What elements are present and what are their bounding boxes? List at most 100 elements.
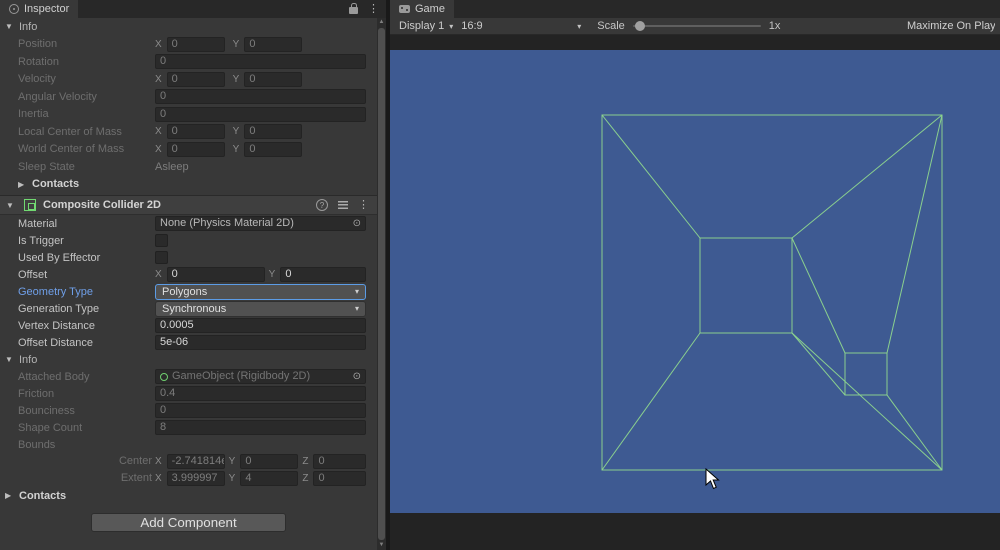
inertia-label: Inertia (18, 108, 49, 121)
geometry-type-value: Polygons (162, 285, 208, 298)
add-component-row: Add Component (0, 513, 377, 532)
local-com-x-field: 0 (166, 124, 225, 140)
wire-polygon (601, 114, 943, 471)
bounds-extent-label: Extent (120, 472, 152, 484)
angular-velocity-field: 0 (155, 89, 366, 105)
field-group: X 3.999997 Y 4 Z 0 (155, 471, 366, 487)
used-by-effector-label: Used By Effector (18, 251, 101, 264)
game-toolbar: Display 1 ▾ 16:9 ▾ Scale 1x Maximize On … (390, 18, 1000, 35)
bounds-label: Bounds (18, 438, 56, 451)
scroll-up-icon[interactable]: ▲ (379, 18, 385, 27)
object-picker-icon[interactable]: ⊙ (353, 218, 361, 229)
foldout-closed-icon: ▶ (18, 179, 25, 189)
foldout-collider-info[interactable]: ▼ Info (0, 351, 377, 368)
axis-y-label: Y (228, 456, 236, 467)
wire-line (601, 114, 701, 239)
used-by-effector-checkbox[interactable] (155, 251, 168, 264)
material-label: Material (18, 217, 58, 230)
attached-body-label: Attached Body (18, 370, 90, 383)
component-title: Composite Collider 2D (43, 199, 161, 211)
inspector-body: ▼ Info Position X 0 Y 0 Rotation 0 Veloc… (0, 18, 377, 550)
sleep-state-value: Asleep (155, 160, 189, 173)
rotation-field: 0 (155, 54, 366, 70)
axis-y-label: Y (228, 473, 236, 484)
angular-velocity-label: Angular Velocity (18, 90, 97, 103)
tab-inspector[interactable]: Inspector (0, 0, 79, 18)
kebab-menu-icon[interactable]: ⋮ (358, 199, 369, 211)
wire-line (791, 237, 846, 354)
game-tabbar: Game (390, 0, 1000, 18)
inspector-panel: Inspector ⋮ ▼ Info Position X 0 Y 0 Rota… (0, 0, 386, 550)
field-group: Asleep (155, 159, 366, 175)
axis-x-label: X (155, 126, 162, 138)
presets-icon[interactable] (338, 201, 348, 209)
component-header-composite-collider-2d[interactable]: ▼ Composite Collider 2D ? ⋮ (0, 195, 377, 215)
inertia-field: 0 (155, 106, 366, 122)
wire-polygon (699, 237, 793, 334)
inspector-tab-label: Inspector (24, 3, 70, 15)
offset-y-field[interactable]: 0 (280, 267, 366, 282)
foldout-contacts-rigidbody[interactable]: ▶ Contacts (0, 176, 377, 194)
material-object-field[interactable]: None (Physics Material 2D) ⊙ (155, 216, 366, 231)
row-bounds: Bounds (0, 436, 377, 453)
foldout-rigidbody-info[interactable]: ▼ Info (0, 18, 377, 36)
row-used-by-effector: Used By Effector (0, 249, 377, 266)
generation-type-dropdown[interactable]: Synchronous ▾ (155, 300, 366, 317)
lock-icon[interactable] (349, 3, 358, 14)
field-group: X 0 Y 0 (155, 141, 366, 157)
offset-distance-field[interactable]: 5e-06 (155, 335, 366, 350)
row-angular-velocity: Angular Velocity 0 (0, 88, 377, 106)
game-viewport (390, 35, 1000, 550)
help-icon[interactable]: ? (316, 199, 328, 211)
row-bounds-extent: Extent X 3.999997 Y 4 Z 0 (0, 470, 377, 487)
chevron-down-icon: ▾ (449, 21, 454, 31)
local-com-label: Local Center of Mass (18, 125, 122, 138)
display-dropdown[interactable]: Display 1 ▾ (395, 20, 457, 32)
scale-slider[interactable] (632, 21, 761, 31)
axis-y-label: Y (232, 38, 240, 50)
camera-view (390, 50, 1000, 513)
row-offset-distance: Offset Distance 5e-06 (0, 334, 377, 351)
field-group (155, 250, 366, 266)
maximize-on-play-button[interactable]: Maximize On Play (907, 20, 995, 32)
foldout-open-icon: ▼ (6, 200, 14, 210)
kebab-menu-icon[interactable]: ⋮ (368, 3, 379, 15)
velocity-label: Velocity (18, 73, 56, 86)
aspect-ratio-value: 16:9 (461, 20, 483, 32)
row-offset: Offset X 0 Y 0 (0, 266, 377, 283)
row-is-trigger: Is Trigger (0, 232, 377, 249)
object-picker-icon: ⊙ (352, 370, 361, 382)
is-trigger-checkbox[interactable] (155, 234, 168, 247)
scrollbar-thumb[interactable] (378, 28, 385, 540)
field-group: X -2.741814e Y 0 Z 0 (155, 454, 366, 470)
velocity-x-field: 0 (166, 71, 225, 87)
bounciness-field: 0 (155, 403, 366, 418)
chevron-down-icon: ▾ (354, 304, 359, 313)
foldout-label: Contacts (32, 178, 80, 191)
field-group: None (Physics Material 2D) ⊙ (155, 216, 366, 232)
field-group (155, 233, 366, 249)
inspector-scrollbar[interactable]: ▲ ▼ (377, 18, 386, 550)
row-geometry-type: Geometry Type Polygons ▾ (0, 283, 377, 300)
wire-line (791, 332, 846, 396)
position-y-field: 0 (244, 36, 303, 52)
foldout-label: Contacts (19, 489, 67, 502)
scale-slider-knob[interactable] (634, 21, 645, 31)
tab-game[interactable]: Game (390, 0, 454, 18)
field-group: Polygons ▾ (155, 283, 366, 300)
field-group: 0 (155, 403, 366, 419)
aspect-ratio-dropdown[interactable]: 16:9 ▾ (457, 20, 585, 32)
row-inertia: Inertia 0 (0, 106, 377, 124)
scroll-down-icon[interactable]: ▼ (379, 541, 385, 550)
geometry-type-dropdown[interactable]: Polygons ▾ (155, 283, 366, 300)
row-sleep-state: Sleep State Asleep (0, 158, 377, 176)
foldout-contacts-collider[interactable]: ▶ Contacts (0, 487, 377, 504)
field-group: X 0 Y 0 (155, 124, 366, 140)
friction-label: Friction (18, 387, 55, 400)
generation-type-value: Synchronous (162, 302, 227, 315)
add-component-button[interactable]: Add Component (91, 513, 286, 532)
vertex-distance-field[interactable]: 0.0005 (155, 318, 366, 333)
bounds-center-y-field: 0 (240, 454, 299, 469)
wire-line (886, 114, 943, 354)
offset-x-field[interactable]: 0 (166, 267, 265, 282)
